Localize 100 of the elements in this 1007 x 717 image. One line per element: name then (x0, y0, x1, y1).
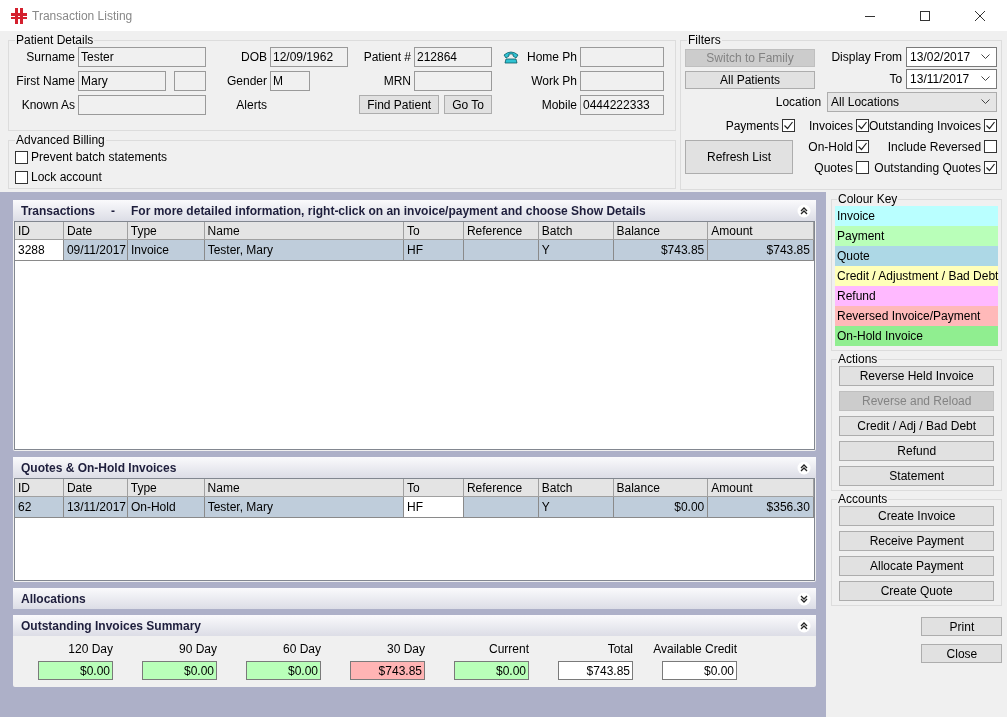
table-cell: $743.85 (708, 240, 814, 261)
checkbox[interactable] (15, 150, 28, 164)
column-header[interactable]: Reference (463, 222, 539, 240)
text-field[interactable] (580, 47, 664, 67)
column-header[interactable]: Name (204, 222, 405, 240)
location-label: Location (775, 95, 822, 109)
column-header[interactable]: Amount (708, 222, 814, 240)
group-label: Colour Key (837, 192, 899, 206)
account-button[interactable]: Create Invoice (839, 506, 995, 526)
text-field[interactable] (174, 71, 206, 91)
column-header[interactable]: Date (63, 222, 128, 240)
checkbox[interactable] (15, 170, 28, 184)
phone-icon[interactable] (502, 50, 519, 64)
group-label: Patient Details (15, 33, 95, 47)
chevron-icon (981, 76, 991, 82)
checkbox[interactable] (856, 161, 869, 174)
field-label: Gender (226, 74, 267, 88)
colour-key-item: Refund (835, 286, 999, 306)
text-field[interactable]: Mary (78, 71, 166, 91)
table-cell: HF (404, 497, 464, 518)
table-cell: HF (404, 240, 464, 261)
collapse-icon[interactable] (797, 203, 811, 218)
dialog-button[interactable]: Print (921, 617, 1003, 636)
collapse-icon[interactable] (797, 460, 811, 475)
text-field[interactable]: 212864 (414, 47, 492, 67)
filter-button[interactable]: All Patients (685, 71, 815, 89)
date-picker[interactable]: 13/11/2017 (906, 69, 998, 89)
date-picker[interactable]: 13/02/2017 (906, 47, 998, 67)
text-field[interactable]: 0444222333 (580, 95, 664, 115)
table-cell: 09/11/2017 (63, 240, 128, 261)
checkbox-label: Prevent batch statements (31, 150, 168, 164)
close-icon[interactable] (975, 10, 985, 21)
app-logo-icon (10, 6, 28, 25)
checkbox[interactable] (782, 119, 795, 132)
action-button[interactable]: Find Patient (359, 95, 440, 114)
text-field[interactable]: Tester (78, 47, 206, 67)
summary-value-field: $0.00 (142, 661, 217, 680)
text-field[interactable] (580, 71, 664, 91)
summary-value-field: $0.00 (38, 661, 113, 680)
location-dropdown[interactable]: All Locations (827, 92, 998, 112)
group-label: Accounts (837, 492, 889, 506)
checkbox[interactable] (856, 140, 869, 153)
summary-value-field: $0.00 (246, 661, 321, 680)
collapse-icon[interactable] (797, 618, 811, 633)
text-field[interactable] (78, 95, 206, 115)
column-header[interactable]: Batch (538, 222, 614, 240)
summary-value-field: $0.00 (454, 661, 529, 680)
column-header[interactable]: To (404, 222, 464, 240)
table-cell: 13/11/2017 (63, 497, 128, 518)
action-button[interactable]: Statement (839, 466, 995, 486)
checkbox[interactable] (984, 140, 998, 153)
column-header[interactable]: Date (63, 479, 128, 497)
column-header[interactable]: ID (15, 222, 64, 240)
checkbox-label: Outstanding Quotes (874, 160, 982, 175)
account-button[interactable]: Allocate Payment (839, 556, 995, 576)
table-row[interactable]: 62 13/11/2017 On-Hold Tester, Mary HF Y $0.00 $356.30 (15, 497, 814, 518)
summary-value-field: $743.85 (350, 661, 425, 680)
refresh-list-button[interactable]: Refresh List (685, 140, 793, 174)
text-field[interactable] (414, 71, 492, 91)
action-button[interactable]: Refund (839, 441, 995, 461)
summary-label: Current (489, 642, 529, 656)
summary-value-field: $743.85 (558, 661, 633, 680)
table-cell: Invoice (127, 240, 205, 261)
checkbox[interactable] (984, 119, 998, 132)
column-header[interactable]: Amount (708, 479, 814, 497)
field-label: Mobile (541, 98, 577, 112)
table-cell: On-Hold (127, 497, 205, 518)
maximize-icon[interactable] (920, 10, 930, 21)
account-button[interactable]: Create Quote (839, 581, 995, 601)
column-header[interactable]: Reference (463, 479, 539, 497)
action-button[interactable]: Go To (444, 95, 492, 114)
group-label: Filters (687, 33, 722, 47)
colour-key-item: Quote (835, 246, 999, 266)
column-header[interactable]: Balance (613, 479, 709, 497)
table-cell: Tester, Mary (204, 240, 405, 261)
checkbox[interactable] (984, 161, 998, 174)
table-cell: $0.00 (613, 497, 709, 518)
chevron-icon (981, 54, 991, 60)
colour-key-item: Payment (835, 226, 999, 246)
field-label: Surname (26, 50, 75, 64)
column-header[interactable]: Name (204, 479, 405, 497)
expand-icon[interactable] (797, 591, 811, 606)
column-header[interactable]: Batch (538, 479, 614, 497)
checkbox[interactable] (856, 119, 869, 132)
dialog-button[interactable]: Close (921, 644, 1003, 663)
checkbox-label: Payments (725, 118, 779, 133)
column-header[interactable]: Balance (613, 222, 709, 240)
table-row[interactable]: 3288 09/11/2017 Invoice Tester, Mary HF Y $743.85 $743.85 (15, 240, 814, 261)
text-field[interactable]: 12/09/1962 (270, 47, 348, 67)
column-header[interactable]: Type (127, 222, 205, 240)
action-button[interactable]: Reverse Held Invoice (839, 366, 995, 386)
table-cell: $743.85 (613, 240, 709, 261)
column-header[interactable]: Type (127, 479, 205, 497)
column-header[interactable]: To (404, 479, 464, 497)
field-label: First Name (16, 74, 75, 88)
text-field[interactable]: M (270, 71, 310, 91)
summary-label: Total (607, 642, 633, 656)
column-header[interactable]: ID (15, 479, 64, 497)
action-button[interactable]: Credit / Adj / Bad Debt (839, 416, 995, 436)
account-button[interactable]: Receive Payment (839, 531, 995, 551)
